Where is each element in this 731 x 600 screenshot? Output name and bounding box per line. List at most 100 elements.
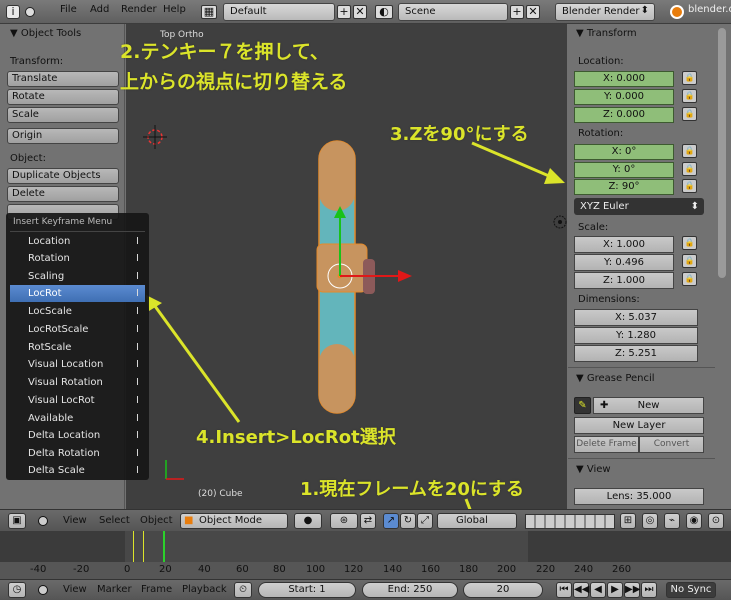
scale-z-field[interactable]: Z: 1.000 (574, 272, 674, 289)
render-preview-icon[interactable]: ◎ (642, 513, 658, 529)
menu-item-delta-scale[interactable]: Delta Scale I (10, 462, 145, 479)
pivot-point-select[interactable]: ⊛ (330, 513, 358, 529)
menu-item-locrotscale[interactable]: LocRotScale I (10, 321, 145, 338)
object-tools-header[interactable]: ▼ Object Tools (10, 28, 81, 39)
grease-pencil-header[interactable]: ▼ Grease Pencil (576, 373, 655, 384)
menu-item-visual-locrot[interactable]: Visual LocRot I (10, 392, 145, 409)
view-panel-header[interactable]: ▼ View (576, 464, 611, 475)
menu-help[interactable]: Help (163, 4, 186, 15)
lens-field[interactable]: Lens: 35.000 (574, 488, 704, 505)
menu-item-locscale[interactable]: LocScale I (10, 303, 145, 320)
menu-collapse-icon[interactable] (38, 585, 48, 595)
menu-item-scaling[interactable]: Scaling I (10, 268, 145, 285)
pencil-icon[interactable]: ✎ (574, 397, 591, 414)
jump-start-icon[interactable]: ⏮ (556, 582, 572, 598)
snap-icon[interactable]: ⌁ (664, 513, 680, 529)
scale-y-field[interactable]: Y: 0.496 (574, 254, 674, 271)
remove-layout-icon[interactable]: ✕ (353, 5, 367, 19)
timeline-editor-icon[interactable]: ◷ (8, 582, 26, 598)
lock-icon[interactable]: 🔒 (682, 107, 697, 121)
info-editor-icon[interactable]: i (6, 5, 20, 19)
translate-button[interactable]: Translate (7, 71, 119, 87)
lock-icon[interactable]: 🔒 (682, 236, 697, 250)
viewport-shading-select[interactable]: ● (294, 513, 322, 529)
rotation-z-field[interactable]: Z: 90° (574, 179, 674, 195)
menu-item-rotation[interactable]: Rotation I (10, 250, 145, 267)
menu-item-visual-rotation[interactable]: Visual Rotation I (10, 374, 145, 391)
transform-panel-header[interactable]: ▼ Transform (576, 28, 637, 39)
menu-item-available[interactable]: Available I (10, 410, 145, 427)
preview-range-icon[interactable]: ⏲ (234, 582, 252, 598)
duplicate-objects-button[interactable]: Duplicate Objects (7, 168, 119, 184)
menu-select[interactable]: Select (99, 515, 130, 526)
scale-manipulator-icon[interactable]: ⤢ (417, 513, 433, 529)
mode-select[interactable]: ■ Object Mode (180, 513, 288, 529)
menu-item-locrot[interactable]: LocRot I (10, 285, 145, 302)
prev-keyframe-icon[interactable]: ◀◀ (573, 582, 589, 598)
lock-icon[interactable]: 🔒 (682, 71, 697, 85)
menu-collapse-icon[interactable] (38, 516, 48, 526)
convert-button[interactable]: Convert (639, 436, 704, 453)
menu-file[interactable]: File (60, 4, 77, 15)
location-y-field[interactable]: Y: 0.000 (574, 89, 674, 105)
manipulator-toggle-icon[interactable]: ⇄ (360, 513, 376, 529)
orientation-select[interactable]: Global (437, 513, 517, 529)
sync-mode-select[interactable]: No Sync (666, 582, 716, 598)
rotate-manipulator-icon[interactable]: ↻ (400, 513, 416, 529)
scene-icon[interactable]: ◐ (375, 5, 393, 19)
delete-button[interactable]: Delete (7, 186, 119, 202)
delete-frame-button[interactable]: Delete Frame (574, 436, 639, 453)
new-layer-button[interactable]: New Layer (574, 417, 704, 434)
lock-icon[interactable]: 🔒 (682, 254, 697, 268)
proportional-edit-icon[interactable]: ◉ (686, 513, 702, 529)
scale-button[interactable]: Scale (7, 107, 119, 123)
timeline-area[interactable]: -40 -20 0 20 40 60 80 100 120 140 160 18… (0, 531, 731, 579)
add-layout-icon[interactable]: + (337, 5, 351, 19)
rotation-x-field[interactable]: X: 0° (574, 144, 674, 160)
current-frame-line[interactable] (163, 531, 165, 563)
menu-item-rotscale[interactable]: RotScale I (10, 339, 145, 356)
new-grease-button[interactable]: ✚ New (593, 397, 704, 414)
editor-type-icon[interactable]: ▣ (8, 513, 26, 529)
render-engine-select[interactable]: Blender Render ⬍ (555, 3, 655, 21)
menu-item-delta-rotation[interactable]: Delta Rotation I (10, 445, 145, 462)
scale-x-field[interactable]: X: 1.000 (574, 236, 674, 253)
menu-render[interactable]: Render (121, 4, 157, 15)
menu-view[interactable]: View (63, 515, 87, 526)
origin-button[interactable]: Origin (7, 128, 119, 144)
location-x-field[interactable]: X: 0.000 (574, 71, 674, 87)
lock-icon[interactable]: 🔒 (682, 162, 697, 176)
next-keyframe-icon[interactable]: ▶▶ (624, 582, 640, 598)
layer-lock-icon[interactable]: ⊞ (620, 513, 636, 529)
dimension-z-field[interactable]: Z: 5.251 (574, 345, 698, 362)
menu-add[interactable]: Add (90, 4, 109, 15)
menu-item-location[interactable]: Location I (10, 233, 145, 250)
current-frame-field[interactable]: 20 (463, 582, 543, 598)
start-frame-field[interactable]: Start: 1 (258, 582, 356, 598)
translate-manipulator-icon[interactable]: ↗ (383, 513, 399, 529)
end-frame-field[interactable]: End: 250 (362, 582, 458, 598)
add-scene-icon[interactable]: + (510, 5, 524, 19)
menu-item-visual-location[interactable]: Visual Location I (10, 356, 145, 373)
dimension-y-field[interactable]: Y: 1.280 (574, 327, 698, 344)
screen-layout-icon[interactable]: ▦ (201, 5, 217, 19)
lock-icon[interactable]: 🔒 (682, 272, 697, 286)
play-icon[interactable]: ▶ (607, 582, 623, 598)
dimension-x-field[interactable]: X: 5.037 (574, 309, 698, 326)
menu-item-delta-location[interactable]: Delta Location I (10, 427, 145, 444)
layer-buttons[interactable] (525, 514, 615, 529)
jump-end-icon[interactable]: ⏭ (641, 582, 657, 598)
remove-scene-icon[interactable]: ✕ (526, 5, 540, 19)
timeline-menu-view[interactable]: View (63, 584, 87, 595)
rotation-mode-select[interactable]: XYZ Euler ⬍ (574, 198, 704, 215)
lock-icon[interactable]: 🔒 (682, 179, 697, 193)
screen-layout-field[interactable]: Default (223, 3, 335, 21)
lock-icon[interactable]: 🔒 (682, 144, 697, 158)
scene-field[interactable]: Scene (398, 3, 508, 21)
play-reverse-icon[interactable]: ◀ (590, 582, 606, 598)
rotate-button[interactable]: Rotate (7, 89, 119, 105)
menu-object[interactable]: Object (140, 515, 173, 526)
location-z-field[interactable]: Z: 0.000 (574, 107, 674, 123)
timeline-menu-frame[interactable]: Frame (141, 584, 172, 595)
lock-icon[interactable]: 🔒 (682, 89, 697, 103)
